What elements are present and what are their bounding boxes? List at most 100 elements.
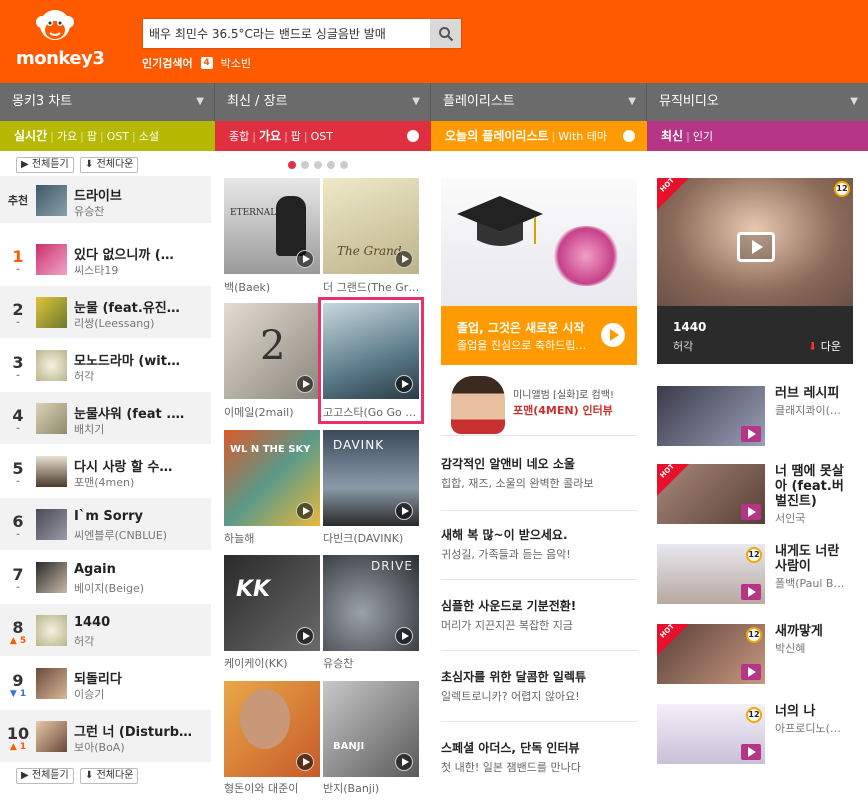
- album-label[interactable]: 하늘해: [224, 530, 320, 546]
- play-circle-icon[interactable]: [601, 323, 625, 347]
- tab-pop[interactable]: 팝: [87, 130, 97, 143]
- chart-row[interactable]: 6- I`m Sorry 씨엔블루(CNBLUE): [0, 498, 211, 551]
- song-title[interactable]: 드라이브: [74, 185, 122, 204]
- dropdown-icon[interactable]: [623, 130, 635, 142]
- mv-item[interactable]: 12 내게도 너란 사람이 폴백(Paul B…: [657, 544, 863, 606]
- tab-kpop-genre[interactable]: 가요: [259, 129, 281, 143]
- chart-row[interactable]: 10 ▲ 1 그런 너 (Disturb… 보아(BoA): [0, 710, 211, 763]
- mv-download-button[interactable]: ⬇ 다운: [808, 338, 841, 354]
- song-artist[interactable]: 배치기: [74, 421, 104, 437]
- album-cover[interactable]: The Grand: [323, 178, 419, 274]
- play-icon[interactable]: [296, 375, 314, 393]
- search-input[interactable]: [143, 19, 431, 48]
- song-title[interactable]: 모노드라마 (wit…: [74, 350, 180, 369]
- mv-play-icon[interactable]: [737, 232, 775, 262]
- mv-play-icon[interactable]: [741, 584, 761, 600]
- play-icon[interactable]: [296, 753, 314, 771]
- mv-item[interactable]: HOT 너 땜에 못살아 (feat.버벌진트) 서인국: [657, 464, 863, 526]
- tab-latest[interactable]: 최신: [661, 129, 683, 143]
- tab-realtime[interactable]: 실시간: [14, 129, 47, 143]
- tab-today-playlist[interactable]: 오늘의 플레이리스트: [445, 129, 549, 143]
- tab-theme[interactable]: With 테마: [558, 130, 607, 143]
- logo[interactable]: monkey3: [12, 6, 105, 69]
- popular-term[interactable]: 박소빈: [221, 55, 251, 71]
- tab-kpop[interactable]: 가요: [57, 130, 77, 143]
- song-artist[interactable]: 씨스타19: [74, 262, 118, 278]
- mv-play-icon[interactable]: [741, 426, 761, 442]
- play-icon[interactable]: [296, 250, 314, 268]
- chart-row[interactable]: 4- 눈물샤워 (feat .… 배치기: [0, 392, 211, 445]
- song-title[interactable]: 있다 없으니까 (…: [74, 244, 174, 263]
- album-cover[interactable]: BANJI: [323, 681, 419, 777]
- carousel-dot[interactable]: [314, 161, 322, 169]
- playlist-item[interactable]: 감각적인 알앤비 네오 소울 힙합, 재즈, 소울의 완벽한 콜라보: [441, 455, 637, 511]
- playlist-item[interactable]: 심플한 사운드로 기분전환! 머리가 지끈지끈 복잡한 지금: [441, 597, 637, 651]
- play-all-button-bottom[interactable]: ▶ 전체듣기: [16, 768, 74, 784]
- download-all-button[interactable]: ⬇ 전체다운: [80, 157, 139, 173]
- mv-item[interactable]: 러브 레시피 클래지콰이(…: [657, 386, 863, 448]
- song-artist[interactable]: 리쌍(Leessang): [74, 315, 154, 331]
- chart-row[interactable]: 1- 있다 없으니까 (… 씨스타19: [0, 233, 211, 286]
- play-icon[interactable]: [395, 502, 413, 520]
- chart-row[interactable]: 추천 드라이브 유승찬: [0, 176, 211, 224]
- song-artist[interactable]: 유승찬: [74, 203, 104, 219]
- album-label[interactable]: 다빈크(DAVINK): [323, 530, 419, 546]
- song-artist[interactable]: 보아(BoA): [74, 739, 125, 755]
- play-icon[interactable]: [296, 502, 314, 520]
- song-artist[interactable]: 허각: [74, 368, 94, 384]
- album-label[interactable]: 더 그랜드(The Gr…: [323, 279, 419, 295]
- album-cover[interactable]: [224, 681, 320, 777]
- playlist-hero-image[interactable]: [441, 178, 637, 306]
- play-icon[interactable]: [395, 627, 413, 645]
- album-label[interactable]: 이메일(2mail): [224, 404, 320, 420]
- song-title[interactable]: 1440: [74, 615, 110, 630]
- album-cover[interactable]: ETERNAL: [224, 178, 320, 274]
- dropdown-icon[interactable]: [407, 130, 419, 142]
- song-title[interactable]: 되돌리다: [74, 668, 122, 687]
- playlist-item[interactable]: 스페셜 아더스, 단독 인터뷰 첫 내한! 일본 잼밴드를 만나다: [441, 739, 637, 789]
- album-cover[interactable]: WL N THE SKY: [224, 430, 320, 526]
- album-label[interactable]: 케이케이(KK): [224, 655, 320, 671]
- song-artist[interactable]: 이승기: [74, 686, 104, 702]
- tab-ost[interactable]: OST: [107, 130, 129, 143]
- song-title[interactable]: Again: [74, 562, 116, 577]
- tab-popular[interactable]: 인기: [693, 130, 713, 143]
- tab-pop-genre[interactable]: 팝: [291, 130, 301, 143]
- category-chart[interactable]: 몽키3 차트 ▼: [0, 83, 215, 121]
- song-artist[interactable]: 베이지(Beige): [74, 580, 144, 596]
- category-playlist[interactable]: 플레이리스트 ▼: [431, 83, 647, 121]
- tab-ost-genre[interactable]: OST: [311, 130, 333, 143]
- song-artist[interactable]: 포맨(4men): [74, 474, 134, 490]
- play-icon[interactable]: [395, 753, 413, 771]
- album-label[interactable]: 유승찬: [323, 655, 419, 671]
- play-icon[interactable]: [395, 250, 413, 268]
- search-button[interactable]: [430, 19, 461, 48]
- chart-row[interactable]: 9 ▼ 1 되돌리다 이승기: [0, 657, 211, 710]
- song-title[interactable]: 그런 너 (Disturb…: [74, 721, 192, 740]
- carousel-dot[interactable]: [327, 161, 335, 169]
- carousel-dot[interactable]: [288, 161, 296, 169]
- song-title[interactable]: I`m Sorry: [74, 509, 143, 524]
- song-artist[interactable]: 씨엔블루(CNBLUE): [74, 527, 167, 543]
- playlist-item[interactable]: 초심자를 위한 달콤한 일렉튜 일렉트로니카? 어렵지 않아요!: [441, 668, 637, 722]
- tab-novel[interactable]: 소설: [139, 130, 159, 143]
- song-title[interactable]: 다시 사랑 할 수…: [74, 456, 172, 475]
- chart-row[interactable]: 7- Again 베이지(Beige): [0, 551, 211, 604]
- playlist-item[interactable]: 새해 복 많~이 받으세요. 귀성길, 가족들과 듣는 음악!: [441, 526, 637, 580]
- tab-all[interactable]: 종합: [229, 130, 249, 143]
- album-label[interactable]: 백(Baek): [224, 279, 320, 295]
- category-genre[interactable]: 최신 / 장르 ▼: [215, 83, 431, 121]
- chart-row[interactable]: 5- 다시 사랑 할 수… 포맨(4men): [0, 445, 211, 498]
- chart-row[interactable]: 8 ▲ 5 1440 허각: [0, 604, 211, 657]
- song-artist[interactable]: 허각: [74, 633, 94, 649]
- chart-row[interactable]: 3- 모노드라마 (wit… 허각: [0, 339, 211, 392]
- mv-play-icon[interactable]: [741, 664, 761, 680]
- carousel-dot[interactable]: [340, 161, 348, 169]
- album-cover[interactable]: DRIVE: [323, 555, 419, 651]
- mv-hero[interactable]: HOT 12 1440 허각 ⬇ 다운: [657, 176, 853, 364]
- play-all-button[interactable]: ▶ 전체듣기: [16, 157, 74, 173]
- chart-row[interactable]: 2- 눈물 (feat.유진… 리쌍(Leessang): [0, 286, 211, 339]
- playlist-hero-caption[interactable]: 졸업, 그것은 새로운 시작 졸업을 진심으로 축하드립…: [441, 306, 637, 365]
- mv-item[interactable]: 12 너의 나 아프로디노(…: [657, 704, 863, 766]
- category-mv[interactable]: 뮤직비디오 ▼: [647, 83, 868, 121]
